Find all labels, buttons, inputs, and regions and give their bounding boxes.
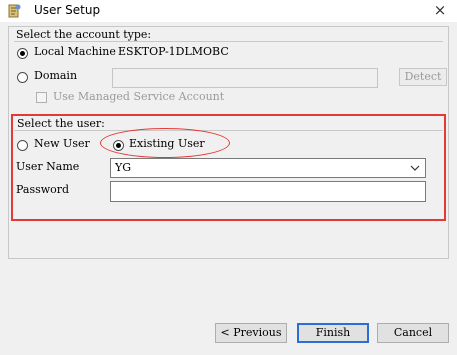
highlight-box: [11, 114, 446, 221]
highlight-ellipse: [100, 128, 230, 158]
managed-service-label: Use Managed Service Account: [53, 90, 225, 103]
finish-button-label: Finish: [315, 326, 351, 339]
local-machine-label: Local Machine: [34, 45, 116, 58]
close-icon: ×: [433, 1, 447, 19]
title-bar: User Setup ×: [0, 0, 457, 22]
detect-button[interactable]: Detect: [399, 68, 447, 86]
domain-input[interactable]: [112, 68, 378, 88]
account-type-heading: Select the account type:: [16, 28, 152, 41]
cancel-button-label: Cancel: [393, 326, 433, 339]
managed-service-checkbox[interactable]: [36, 92, 47, 103]
local-machine-radio[interactable]: [17, 48, 28, 59]
window-title: User Setup: [34, 3, 101, 17]
domain-label: Domain: [34, 69, 78, 82]
domain-radio[interactable]: [17, 72, 28, 83]
local-machine-name: ESKTOP-1DLMOBC: [118, 45, 229, 58]
finish-button[interactable]: Finish: [297, 323, 369, 343]
account-type-divider: [14, 41, 443, 42]
close-button[interactable]: ×: [429, 0, 451, 22]
detect-button-label: Detect: [404, 70, 442, 83]
previous-button-label: < Previous: [220, 326, 282, 339]
cancel-button[interactable]: Cancel: [377, 323, 449, 343]
previous-button[interactable]: < Previous: [215, 323, 287, 343]
setup-wizard-icon: [8, 4, 21, 18]
